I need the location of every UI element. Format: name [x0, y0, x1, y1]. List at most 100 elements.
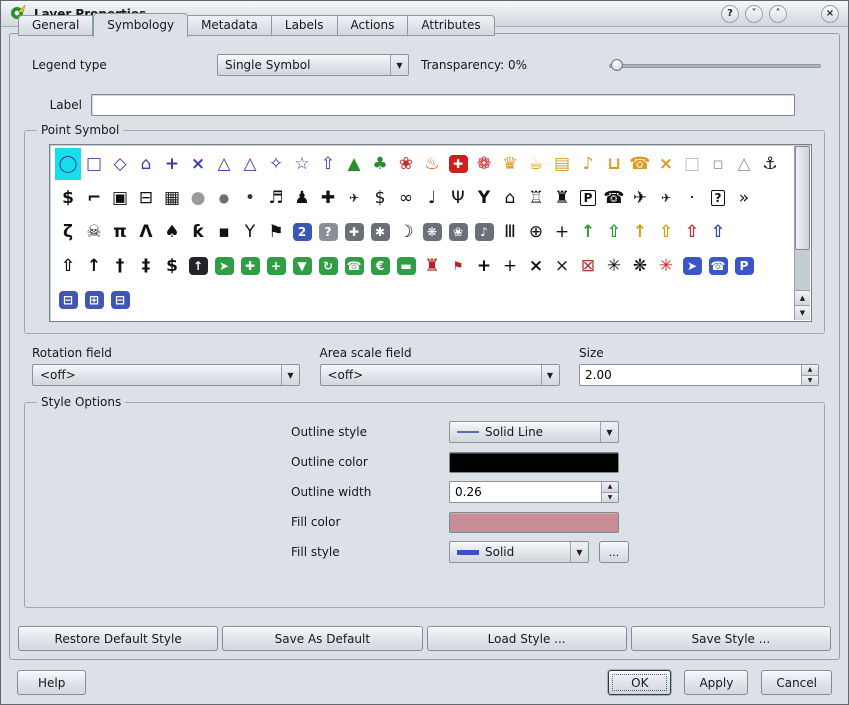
symbol-bird[interactable]: ✈ [341, 182, 367, 214]
symbol-arrow-green-2[interactable]: ⇧ [601, 216, 627, 248]
symbol-skull-crossbones[interactable]: ☠ [81, 216, 107, 248]
scroll-down-button[interactable]: ▼ [795, 305, 810, 320]
symbol-badge-add-green[interactable]: + [263, 250, 289, 282]
size-spin-up-button[interactable]: ▲ [802, 365, 818, 375]
save-as-default-button[interactable]: Save As Default [222, 626, 422, 651]
symbol-square-tiny[interactable]: ▪ [211, 216, 237, 248]
symbol-church-cross[interactable]: † [107, 250, 133, 282]
tab-metadata[interactable]: Metadata [188, 15, 272, 36]
symbol-tent[interactable]: Λ [133, 216, 159, 248]
outline-style-combo[interactable]: Solid Line ▼ [449, 421, 619, 443]
symbol-badge-phone-blue[interactable]: ☎ [705, 250, 731, 282]
symbol-airplane[interactable]: ✈ [627, 182, 653, 214]
symbol-parking[interactable]: P [575, 182, 601, 214]
scrollbar-thumb[interactable] [795, 146, 810, 250]
ok-button[interactable]: OK [608, 670, 671, 695]
symbol-camera[interactable]: ▣ [107, 182, 133, 214]
symbol-dot-small[interactable]: · [679, 182, 705, 214]
cancel-button[interactable]: Cancel [761, 670, 832, 695]
symbol-badge-help[interactable]: ? [315, 216, 341, 248]
symbol-badge-euro-green[interactable]: € [367, 250, 393, 282]
symbol-gull[interactable]: » [731, 182, 757, 214]
symbol-runway-cross[interactable]: + [471, 250, 497, 282]
symbol-bones[interactable]: × [653, 148, 679, 180]
symbol-hospital[interactable]: ✚ [315, 182, 341, 214]
symbol-square-small-light[interactable]: ▫ [705, 148, 731, 180]
symbol-church[interactable]: ♖ [523, 182, 549, 214]
symbol-dollar[interactable]: $ [55, 182, 81, 214]
symbol-mug[interactable]: ⊔ [601, 148, 627, 180]
symbol-train-red[interactable]: ♜ [419, 250, 445, 282]
symbol-building[interactable]: ▦ [159, 182, 185, 214]
symbol-dollar-2[interactable]: $ [367, 182, 393, 214]
symbol-square-light[interactable]: □ [679, 148, 705, 180]
symbol-circle[interactable]: ◯ [55, 148, 81, 180]
symbol-tree-black[interactable]: ♠ [159, 216, 185, 248]
symbol-star[interactable]: ☆ [289, 148, 315, 180]
rotation-field-combo[interactable]: <off> ▼ [32, 364, 300, 386]
symbol-square[interactable]: □ [81, 148, 107, 180]
size-spinbox[interactable]: ▲ ▼ [579, 364, 819, 386]
symbol-badge-flower[interactable]: ❀ [445, 216, 471, 248]
symbol-wine[interactable]: Y [471, 182, 497, 214]
symbol-anchor[interactable]: ⚓ [757, 148, 783, 180]
symbol-snowflake-red[interactable]: ✳ [653, 250, 679, 282]
symbol-flower-red[interactable]: ❁ [471, 148, 497, 180]
symbol-fish[interactable]: ∞ [393, 182, 419, 214]
symbol-x-bold[interactable]: × [523, 250, 549, 282]
symbol-circle-dark[interactable]: ● [211, 182, 237, 214]
titlebar-raise-button[interactable]: ˄ [769, 5, 787, 23]
symbol-arrow-black-thin[interactable]: ↑ [81, 250, 107, 282]
symbol-ticket[interactable]: ▤ [549, 148, 575, 180]
symbol-pavilion[interactable]: ♜ [549, 182, 575, 214]
scroll-up-button[interactable]: ▲ [795, 290, 810, 305]
symbol-flower[interactable]: ❀ [393, 148, 419, 180]
titlebar-help-button[interactable]: ? [721, 5, 739, 23]
symbol-scrollbar[interactable]: ▲ ▼ [794, 146, 810, 320]
symbol-flag[interactable]: ⚑ [263, 216, 289, 248]
tab-symbology[interactable]: Symbology [93, 13, 188, 37]
symbol-pistol[interactable]: ⌐ [81, 182, 107, 214]
symbol-badge-2[interactable]: 2 [289, 216, 315, 248]
symbol-triangle[interactable]: △ [211, 148, 237, 180]
symbol-martini-glass[interactable]: Y [237, 216, 263, 248]
symbol-fire[interactable]: ♨ [419, 148, 445, 180]
titlebar-lower-button[interactable]: ˅ [745, 5, 763, 23]
symbol-star-diamond[interactable]: ✧ [263, 148, 289, 180]
symbol-runway-cross-2[interactable]: + [497, 250, 523, 282]
symbol-arrow-yellow-2[interactable]: ⇧ [653, 216, 679, 248]
symbol-arrow-up[interactable]: ⇧ [315, 148, 341, 180]
slider-handle[interactable] [611, 59, 623, 71]
symbol-badge-gear[interactable]: ❋ [419, 216, 445, 248]
symbol-cup[interactable]: ☕ [523, 148, 549, 180]
symbol-car[interactable]: ⊟ [133, 182, 159, 214]
symbol-question[interactable]: ? [705, 182, 731, 214]
symbol-dot[interactable]: • [237, 182, 263, 214]
symbol-badge-car-green[interactable]: ▬ [393, 250, 419, 282]
symbol-museum[interactable]: Ⅲ [497, 216, 523, 248]
symbol-arrow-red[interactable]: ⇧ [679, 216, 705, 248]
symbol-cross-x[interactable]: × [185, 148, 211, 180]
symbol-cross[interactable]: + [159, 148, 185, 180]
symbol-x-boxed[interactable]: ⊠ [575, 250, 601, 282]
symbol-tree-conifer[interactable]: ▲ [341, 148, 367, 180]
symbol-badge-mic[interactable]: ♪ [471, 216, 497, 248]
symbol-badge-star[interactable]: ✱ [367, 216, 393, 248]
symbol-first-aid[interactable]: ✚ [445, 148, 471, 180]
symbol-snowflake[interactable]: ✳ [601, 250, 627, 282]
help-button[interactable]: Help [17, 670, 86, 695]
symbol-diamond[interactable]: ◇ [107, 148, 133, 180]
area-scale-field-combo[interactable]: <off> ▼ [320, 364, 560, 386]
symbol-water-skier[interactable]: ζ [55, 216, 81, 248]
fill-color-button[interactable] [449, 512, 619, 533]
symbol-house[interactable]: ⌂ [497, 182, 523, 214]
symbol-equilateral-triangle[interactable]: △ [237, 148, 263, 180]
symbol-airplane-small[interactable]: ✈ [653, 182, 679, 214]
symbol-badge-plus-green[interactable]: ✚ [237, 250, 263, 282]
symbol-badge-nav-green[interactable]: ➤ [211, 250, 237, 282]
transparency-slider[interactable] [609, 56, 821, 74]
symbol-badge-phone-green[interactable]: ☎ [341, 250, 367, 282]
outline-width-spin-down-button[interactable]: ▼ [602, 492, 618, 503]
symbol-arrow-green[interactable]: ↑ [575, 216, 601, 248]
symbol-phone[interactable]: ☎ [601, 182, 627, 214]
